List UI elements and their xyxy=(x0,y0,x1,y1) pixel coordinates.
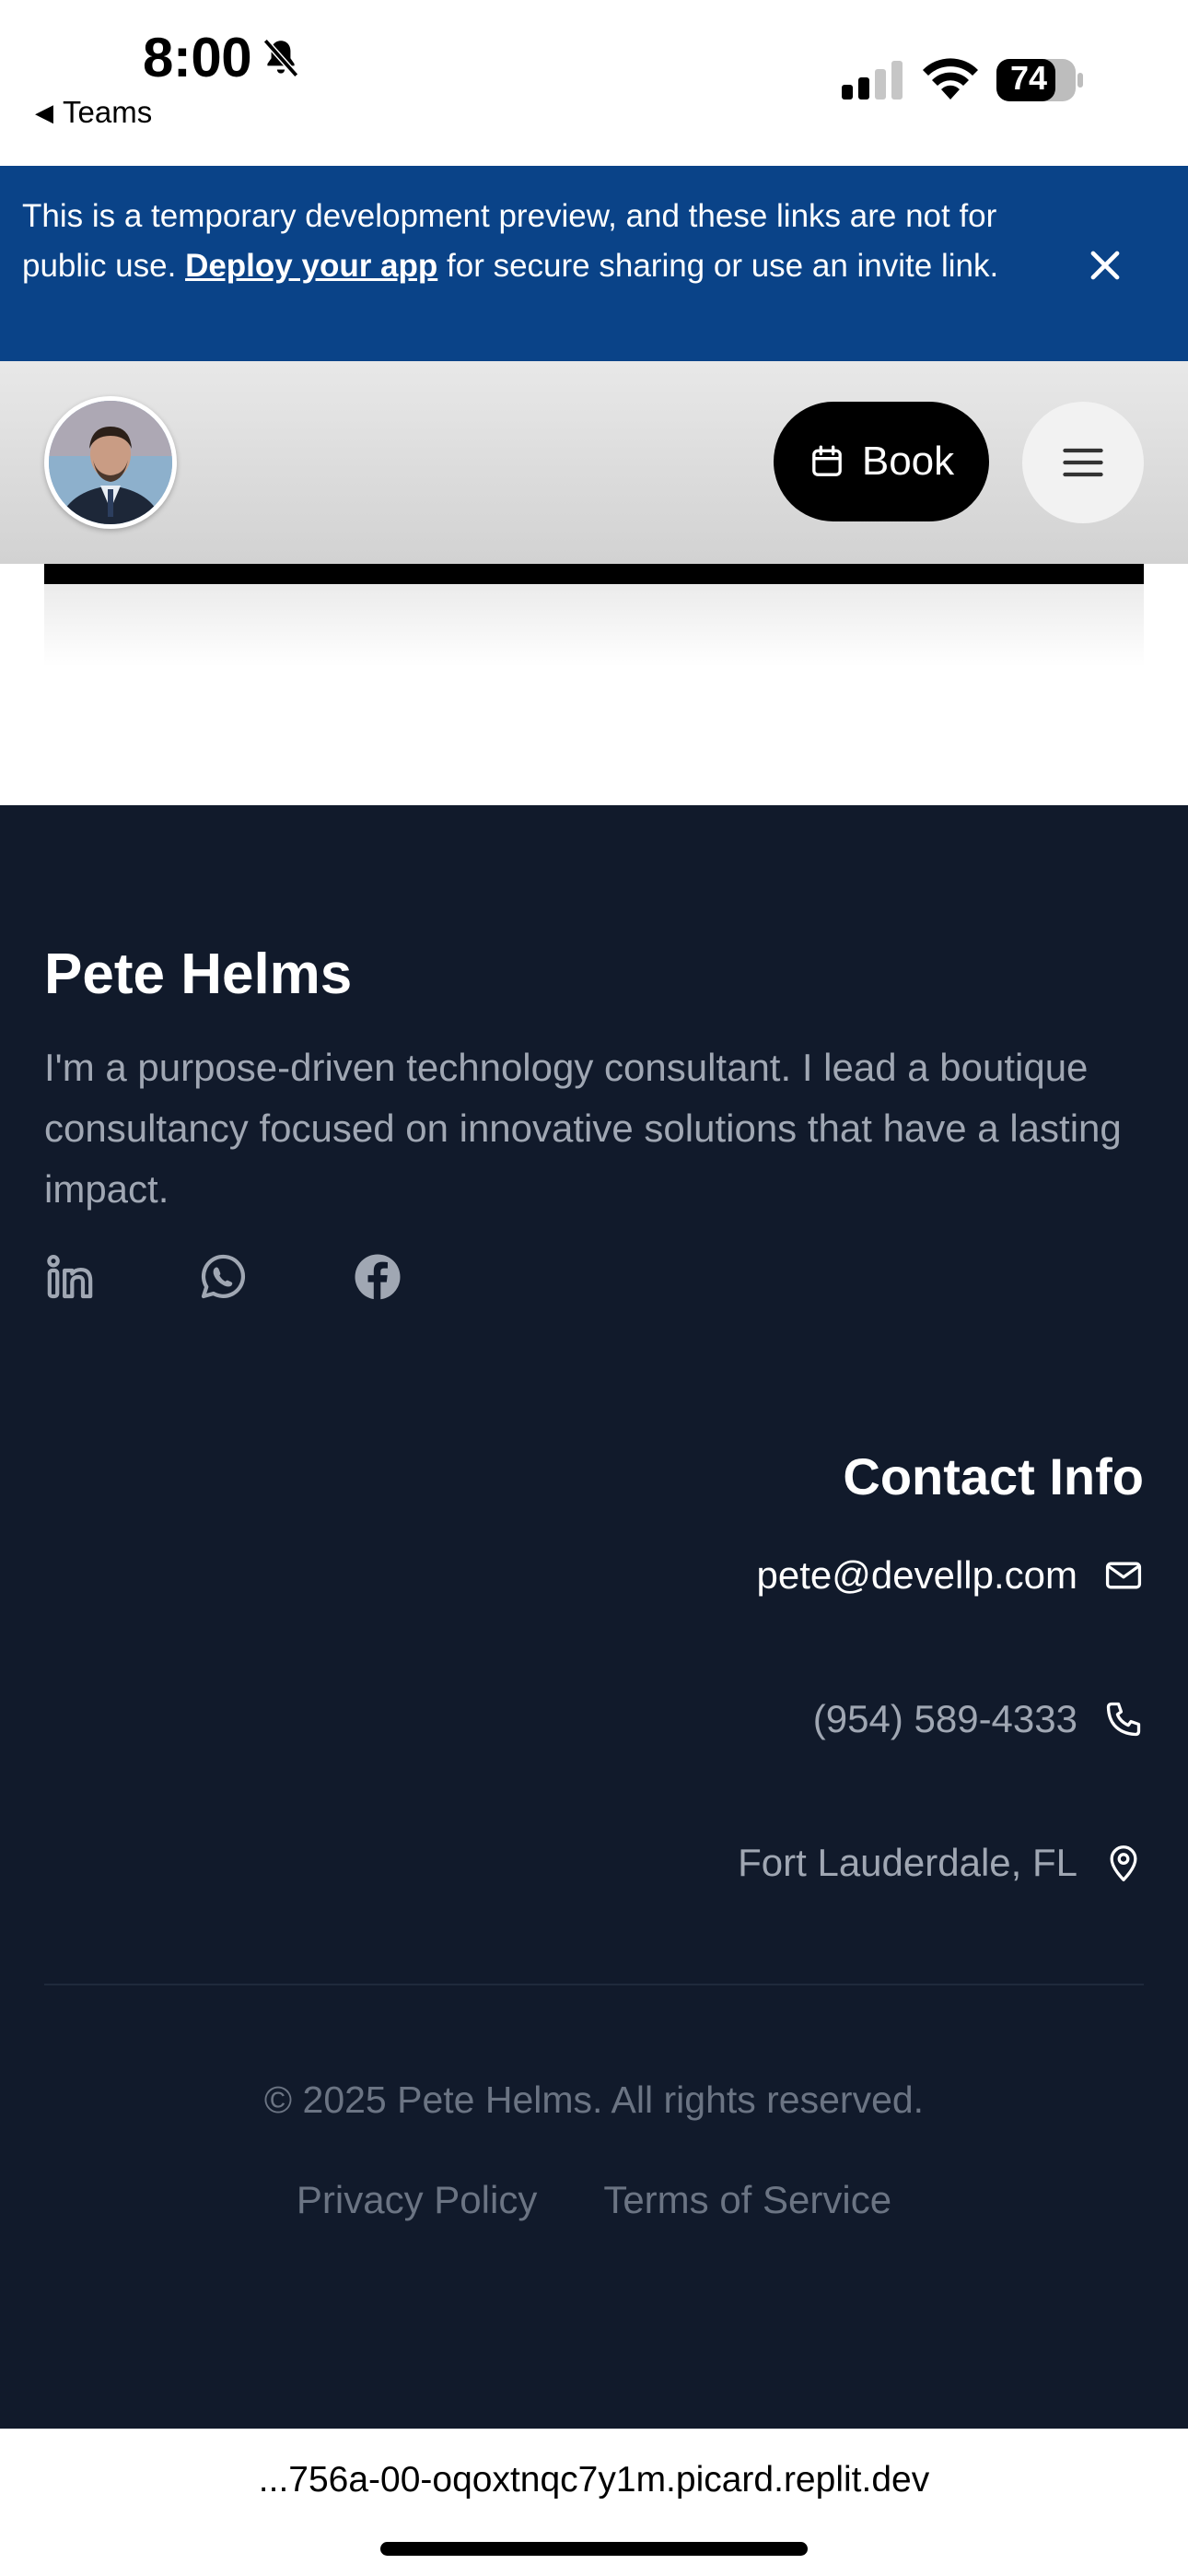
back-to-app-link[interactable]: ◀ Teams xyxy=(35,95,152,130)
close-icon[interactable] xyxy=(1081,241,1129,289)
status-time: 8:00 xyxy=(143,27,252,88)
contact-email[interactable]: pete@devellp.com xyxy=(757,1553,1145,1598)
contact-phone-text: (954) 589-4333 xyxy=(812,1697,1077,1740)
banner-message: This is a temporary development preview,… xyxy=(22,192,1044,290)
terms-of-service-link[interactable]: Terms of Service xyxy=(603,2178,891,2222)
wifi-icon xyxy=(923,58,978,100)
battery-level: 74 xyxy=(1009,59,1048,97)
mail-icon xyxy=(1105,1562,1142,1589)
signal-icon xyxy=(842,61,903,100)
profile-photo xyxy=(49,401,172,524)
map-pin-icon xyxy=(1110,1845,1137,1881)
phone-icon xyxy=(1106,1702,1141,1737)
whatsapp-icon[interactable] xyxy=(197,1251,249,1303)
header-bottom-bar xyxy=(44,564,1144,584)
calendar-icon xyxy=(812,445,842,476)
banner-text-after: for secure sharing or use an invite link… xyxy=(447,247,999,284)
footer-bio: I'm a purpose-driven technology consulta… xyxy=(44,1046,1122,1211)
dev-preview-banner: This is a temporary development preview,… xyxy=(0,166,1188,361)
book-label: Book xyxy=(861,439,955,484)
menu-button[interactable] xyxy=(1022,402,1144,523)
back-app-label: Teams xyxy=(63,95,153,129)
site-header xyxy=(0,361,1188,564)
hamburger-menu-icon xyxy=(1063,448,1103,477)
back-arrow-icon: ◀ xyxy=(35,98,53,126)
copyright-text: © 2025 Pete Helms. All rights reserved. xyxy=(263,2078,925,2121)
contact-phone[interactable]: (954) 589-4333 xyxy=(813,1697,1144,1741)
home-indicator[interactable] xyxy=(380,2542,808,2556)
header-shadow xyxy=(44,584,1144,667)
privacy-policy-link[interactable]: Privacy Policy xyxy=(297,2178,537,2222)
facebook-icon[interactable] xyxy=(352,1251,403,1303)
footer-divider xyxy=(44,1984,1144,1985)
book-button[interactable]: Book xyxy=(774,402,989,521)
bell-slash-icon xyxy=(262,39,299,77)
footer-name: Pete Helms xyxy=(44,943,353,1006)
url-text[interactable]: ...756a-00-oqoxtnqc7y1m.picard.replit.de… xyxy=(0,2460,1188,2500)
contact-email-text: pete@devellp.com xyxy=(756,1553,1078,1597)
contact-location-text: Fort Lauderdale, FL xyxy=(738,1841,1077,1884)
avatar[interactable] xyxy=(44,396,177,529)
contact-location: Fort Lauderdale, FL xyxy=(738,1841,1144,1885)
legal-links: Privacy Policy Terms of Service xyxy=(0,2178,1188,2222)
contact-info-heading: Contact Info xyxy=(843,1447,1144,1505)
linkedin-icon[interactable] xyxy=(44,1251,96,1303)
deploy-app-link[interactable]: Deploy your app xyxy=(185,248,437,284)
